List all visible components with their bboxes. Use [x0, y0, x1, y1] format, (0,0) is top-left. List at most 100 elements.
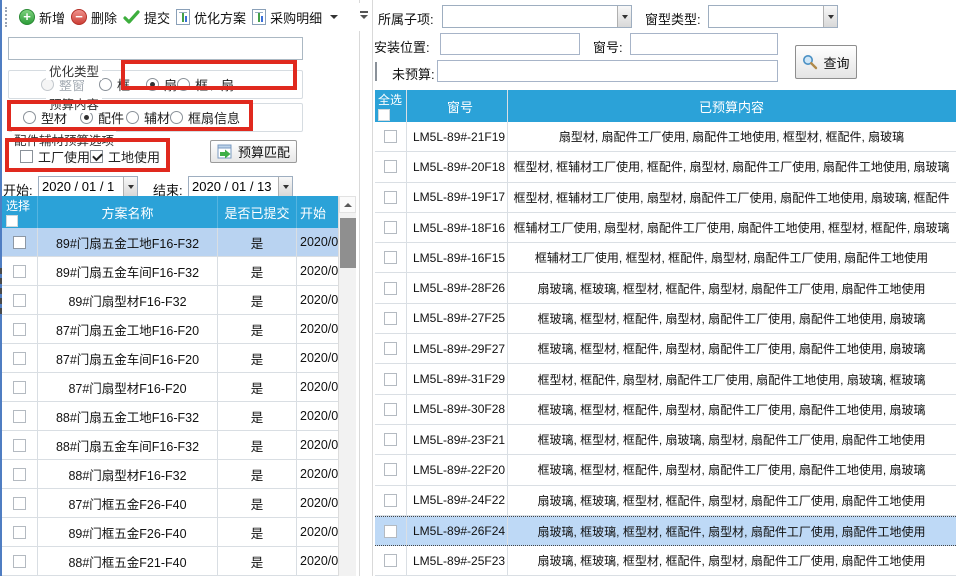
row-checkbox[interactable] — [13, 410, 26, 423]
window-table-row[interactable]: LM5L-89#-29F27 框玻璃, 框型材, 框配件, 扇型材, 扇配件工厂… — [375, 334, 956, 364]
row-checkbox[interactable] — [384, 312, 397, 325]
row-checkbox[interactable] — [384, 525, 397, 538]
submit-button[interactable]: 提交 — [120, 6, 173, 29]
row-checkbox[interactable] — [384, 342, 397, 355]
plan-table-row[interactable]: 87#门扇型材F16-F20 是 2020/0 — [2, 373, 338, 402]
plan-table-row[interactable]: 89#门框五金F26-F40 是 2020/0 — [2, 518, 338, 547]
plan-table-row[interactable]: 89#门扇五金车间F16-F32 是 2020/0 — [2, 257, 338, 286]
optimize-type-radio[interactable]: 扇 — [146, 75, 177, 94]
row-checkbox[interactable] — [384, 130, 397, 143]
plan-table-row[interactable]: 89#门扇型材F16-F32 是 2020/0 — [2, 286, 338, 315]
row-checkbox[interactable] — [13, 555, 26, 568]
dropdown-arrow-icon[interactable] — [278, 177, 292, 196]
row-select-cell — [2, 431, 38, 459]
window-table-row[interactable]: LM5L-89#-20F18 框型材, 框辅材工厂使用, 框配件, 扇型材, 扇… — [375, 152, 956, 182]
row-checkbox[interactable] — [384, 221, 397, 234]
row-checkbox[interactable] — [13, 352, 26, 365]
row-checkbox[interactable] — [13, 294, 26, 307]
row-checkbox[interactable] — [384, 191, 397, 204]
start-date-picker[interactable]: 2020 / 01 / 1 — [38, 176, 138, 197]
not-budgeted-input[interactable] — [437, 60, 778, 82]
delete-button[interactable]: − 删除 — [68, 6, 120, 29]
plan-table-row[interactable]: 89#门扇五金工地F16-F32 是 2020/0 — [2, 228, 338, 257]
plan-table-row[interactable]: 88#门框五金F21-F40 是 2020/0 — [2, 547, 338, 576]
row-checkbox[interactable] — [384, 433, 397, 446]
row-checkbox[interactable] — [384, 403, 397, 416]
query-button[interactable]: 查询 — [795, 45, 857, 79]
purchase-detail-button[interactable]: 采购明细 — [249, 6, 341, 29]
plan-table-row[interactable]: 88#门扇型材F16-F32 是 2020/0 — [2, 460, 338, 489]
plan-table-row[interactable]: 88#门扇五金工地F16-F32 是 2020/0 — [2, 402, 338, 431]
window-table-row[interactable]: LM5L-89#-26F24 扇玻璃, 框玻璃, 框型材, 框配件, 扇型材, … — [375, 516, 956, 546]
budget-content-radio[interactable]: 框扇信息 — [170, 108, 240, 127]
row-checkbox[interactable] — [384, 494, 397, 507]
usage-checkbox-option[interactable]: 工地使用 — [90, 147, 160, 166]
row-checkbox[interactable] — [384, 282, 397, 295]
scrollbar-thumb[interactable] — [340, 218, 356, 268]
sub-item-select[interactable] — [442, 5, 632, 28]
row-checkbox[interactable] — [13, 236, 26, 249]
scroll-up-icon[interactable] — [339, 196, 356, 213]
row-checkbox[interactable] — [13, 468, 26, 481]
dropdown-arrow-icon[interactable] — [123, 177, 137, 196]
add-button[interactable]: + 新增 — [16, 6, 68, 29]
row-checkbox[interactable] — [384, 160, 397, 173]
plan-table-row[interactable]: 88#门扇五金车间F16-F32 是 2020/0 — [2, 431, 338, 460]
budget-content-radio[interactable]: 辅材 — [126, 108, 170, 127]
window-table-row[interactable]: LM5L-89#-23F21 框玻璃, 框型材, 框配件, 扇玻璃, 扇型材, … — [375, 425, 956, 455]
submitted-column-header[interactable]: 是否已提交 — [218, 196, 297, 228]
window-table-row[interactable]: LM5L-89#-22F20 框玻璃, 框型材, 框配件, 扇型材, 扇配件工厂… — [375, 455, 956, 485]
plan-table-row[interactable]: 87#门扇五金工地F16-F20 是 2020/0 — [2, 315, 338, 344]
window-no-label: 窗号: — [593, 37, 623, 56]
window-table-row[interactable]: LM5L-89#-31F29 框型材, 框配件, 扇型材, 扇配件工厂使用, 扇… — [375, 364, 956, 394]
window-table-row[interactable]: LM5L-89#-28F26 扇玻璃, 框玻璃, 框型材, 框配件, 扇型材, … — [375, 273, 956, 303]
window-table-row[interactable]: LM5L-89#-25F23 扇玻璃, 框玻璃, 框型材, 框配件, 扇型材, … — [375, 546, 956, 576]
row-checkbox[interactable] — [13, 265, 26, 278]
row-checkbox[interactable] — [13, 526, 26, 539]
plan-name-cell: 87#门框五金F26-F40 — [38, 489, 218, 517]
row-select-cell — [375, 334, 407, 363]
row-checkbox[interactable] — [13, 381, 26, 394]
window-type-label: 窗型类型: — [645, 9, 701, 28]
accessory-budget-options: 工厂使用 工地使用 — [8, 146, 160, 166]
plan-table-row[interactable]: 87#门扇五金车间F16-F20 是 2020/0 — [2, 344, 338, 373]
toolbar-grip-icon[interactable] — [5, 7, 9, 27]
row-checkbox[interactable] — [13, 323, 26, 336]
optimize-type-radio[interactable]: 框 — [99, 75, 130, 94]
start-column-header[interactable]: 开始 — [297, 196, 338, 228]
window-table-row[interactable]: LM5L-89#-16F15 框辅材工厂使用, 框型材, 框配件, 扇型材, 扇… — [375, 243, 956, 273]
select-all-checkbox[interactable] — [6, 215, 18, 227]
budget-match-button[interactable]: 预算匹配 — [210, 140, 297, 163]
window-table-row[interactable]: LM5L-89#-30F28 框玻璃, 框型材, 框配件, 扇型材, 扇配件工厂… — [375, 395, 956, 425]
usage-checkbox-option[interactable]: 工厂使用 — [20, 147, 90, 166]
panel-splitter[interactable] — [359, 0, 360, 576]
row-checkbox[interactable] — [13, 497, 26, 510]
install-position-input[interactable] — [440, 33, 580, 55]
row-checkbox[interactable] — [384, 463, 397, 476]
window-table-row[interactable]: LM5L-89#-21F19 扇型材, 扇配件工厂使用, 扇配件工地使用, 框型… — [375, 122, 956, 152]
row-checkbox[interactable] — [384, 251, 397, 264]
window-table-row[interactable]: LM5L-89#-18F16 框辅材工厂使用, 扇型材, 扇配件工厂使用, 扇配… — [375, 213, 956, 243]
window-table-row[interactable]: LM5L-89#-27F25 框玻璃, 框型材, 框配件, 扇型材, 扇配件工厂… — [375, 304, 956, 334]
row-checkbox[interactable] — [384, 373, 397, 386]
window-table-row[interactable]: LM5L-89#-19F17 框型材, 框辅材工厂使用, 扇型材, 扇配件工厂使… — [375, 183, 956, 213]
dropdown-arrow-icon[interactable] — [823, 6, 837, 27]
plan-table-row[interactable]: 87#门框五金F26-F40 是 2020/0 — [2, 489, 338, 518]
window-table-row[interactable]: LM5L-89#-24F22 扇玻璃, 框玻璃, 框型材, 框配件, 扇型材, … — [375, 486, 956, 516]
select-all-checkbox[interactable] — [378, 109, 390, 121]
not-budgeted-checkbox[interactable] — [375, 62, 377, 81]
window-type-select[interactable] — [708, 5, 838, 28]
window-no-column-header[interactable]: 窗号 — [407, 90, 508, 122]
optimize-type-radio[interactable]: 框、扇 — [177, 75, 234, 94]
plan-table-scrollbar[interactable] — [338, 196, 356, 576]
toolbar-overflow-button[interactable] — [360, 11, 368, 19]
optimize-plan-button[interactable]: 优化方案 — [173, 6, 249, 29]
row-checkbox[interactable] — [384, 554, 397, 567]
end-date-picker[interactable]: 2020 / 01 / 13 — [188, 176, 293, 197]
window-no-input[interactable] — [630, 33, 778, 55]
row-checkbox[interactable] — [13, 439, 26, 452]
plan-name-column-header[interactable]: 方案名称 — [38, 196, 218, 228]
dropdown-arrow-icon[interactable] — [617, 6, 631, 27]
budgeted-content-column-header[interactable]: 已预算内容 — [508, 90, 955, 122]
plan-name-input[interactable] — [8, 37, 303, 60]
